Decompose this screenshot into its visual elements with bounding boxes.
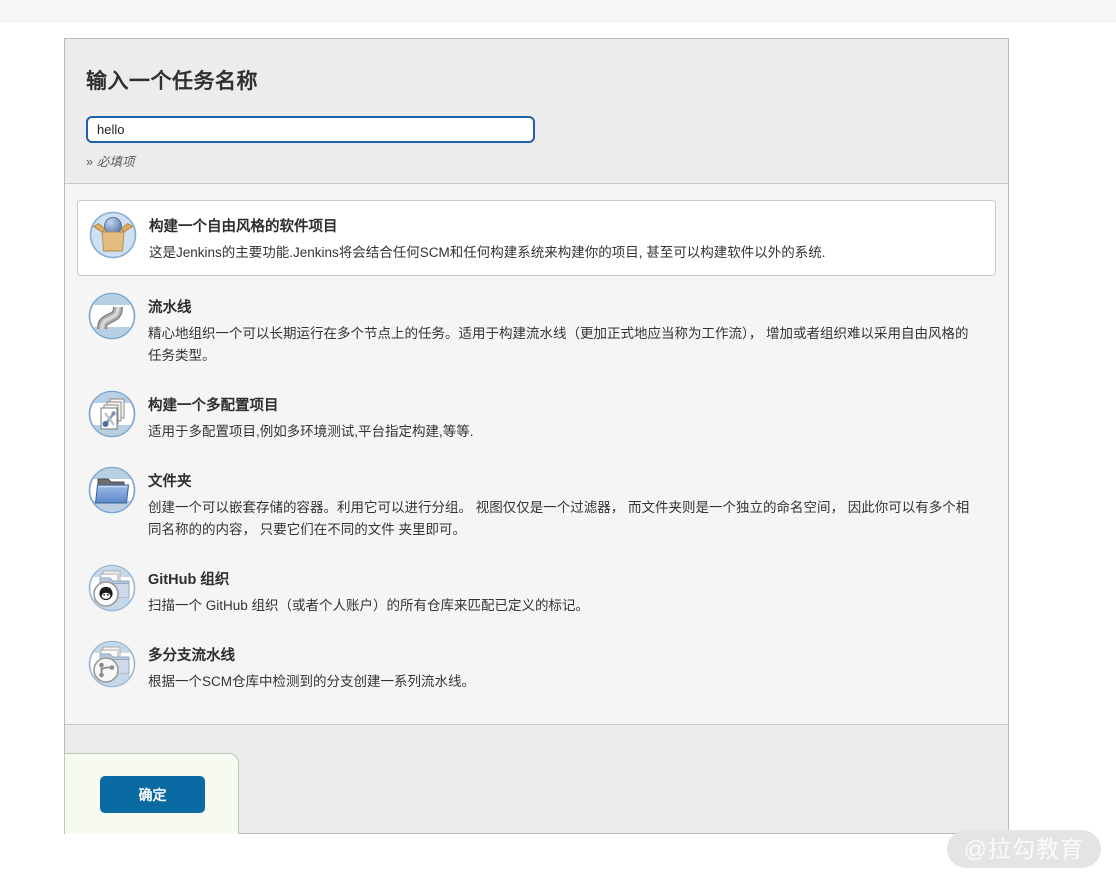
item-multi-configuration[interactable]: 构建一个多配置项目 适用于多配置项目,例如多环境测试,平台指定构建,等等.	[77, 389, 996, 445]
ok-button[interactable]: 确定	[100, 776, 205, 813]
multi-configuration-icon	[88, 390, 136, 438]
item-title: 构建一个自由风格的软件项目	[149, 215, 826, 236]
item-description: 扫描一个 GitHub 组织（或者个人账户）的所有仓库来匹配已定义的标记。	[148, 595, 589, 618]
item-freestyle-project[interactable]: 构建一个自由风格的软件项目 这是Jenkins的主要功能.Jenkins将会结合…	[77, 200, 996, 276]
page-title: 输入一个任务名称	[86, 65, 987, 95]
item-description: 根据一个SCM仓库中检测到的分支创建一系列流水线。	[148, 671, 475, 694]
item-description: 适用于多配置项目,例如多环境测试,平台指定构建,等等.	[148, 421, 474, 444]
watermark-badge: @拉勾教育	[947, 830, 1101, 868]
item-description: 创建一个可以嵌套存储的容器。利用它可以进行分组。 视图仅仅是一个过滤器， 而文件…	[148, 497, 980, 542]
required-field-hint: » 必填项	[86, 151, 987, 170]
item-github-organization[interactable]: GitHub 组织 扫描一个 GitHub 组织（或者个人账户）的所有仓库来匹配…	[77, 563, 996, 619]
item-title: 构建一个多配置项目	[148, 394, 474, 415]
new-item-form: 输入一个任务名称 » 必填项	[64, 38, 1009, 834]
item-description: 精心地组织一个可以长期运行在多个节点上的任务。适用于构建流水线（更加正式地应当称…	[148, 323, 980, 368]
item-pipeline[interactable]: 流水线 精心地组织一个可以长期运行在多个节点上的任务。适用于构建流水线（更加正式…	[77, 291, 996, 369]
multibranch-pipeline-icon	[88, 640, 136, 688]
pipeline-icon	[88, 292, 136, 340]
required-hint-label: 必填项	[97, 155, 135, 169]
item-name-section: 输入一个任务名称 » 必填项	[65, 39, 1008, 184]
folder-icon	[88, 466, 136, 514]
item-folder[interactable]: 文件夹 创建一个可以嵌套存储的容器。利用它可以进行分组。 视图仅仅是一个过滤器，…	[77, 465, 996, 543]
item-title: 多分支流水线	[148, 644, 475, 665]
item-title: GitHub 组织	[148, 568, 589, 589]
ok-button-panel: 确定	[64, 753, 239, 834]
github-organization-icon	[88, 564, 136, 612]
item-description: 这是Jenkins的主要功能.Jenkins将会结合任何SCM和任何构建系统来构…	[149, 242, 826, 265]
item-multibranch-pipeline[interactable]: 多分支流水线 根据一个SCM仓库中检测到的分支创建一系列流水线。	[77, 639, 996, 695]
form-footer: 确定	[65, 725, 1008, 833]
item-type-list: 构建一个自由风格的软件项目 这是Jenkins的主要功能.Jenkins将会结合…	[65, 184, 1008, 725]
required-marker: »	[86, 155, 93, 169]
freestyle-project-icon	[89, 211, 137, 259]
item-name-input[interactable]	[86, 116, 535, 143]
item-title: 文件夹	[148, 470, 980, 491]
item-title: 流水线	[148, 296, 980, 317]
top-bar	[0, 0, 1116, 22]
